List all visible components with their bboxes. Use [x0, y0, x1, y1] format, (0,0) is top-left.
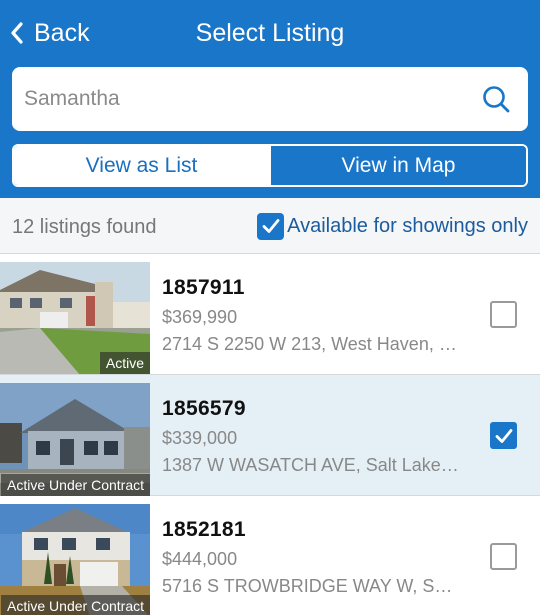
listing-checkbox[interactable]	[490, 422, 517, 449]
view-in-map-button[interactable]: View in Map	[269, 146, 526, 185]
listing-address: 1387 W WASATCH AVE, Salt Lake City, UT	[162, 455, 462, 475]
listing-photo: Active Under Contract	[0, 504, 150, 615]
search-bar	[12, 67, 528, 131]
available-checkbox[interactable]	[257, 212, 285, 240]
listing-price: $369,990	[162, 307, 238, 327]
available-label: Available for showings only	[287, 214, 528, 237]
checkmark-icon	[262, 219, 280, 233]
view-toggle: View as List View in Map	[12, 144, 528, 187]
listing-row[interactable]: Active 1857911 $369,990 2714 S 2250 W 21…	[0, 254, 540, 375]
listing-mls-number: 1852181	[162, 518, 246, 541]
listing-mls-number: 1856579	[162, 397, 246, 420]
listing-status-badge: Active Under Contract	[1, 595, 150, 615]
app-header: Back Select Listing View as List View in…	[0, 0, 540, 198]
page-title: Select Listing	[195, 19, 345, 47]
listing-price: $339,000	[162, 428, 238, 448]
listing-status-badge: Active Under Contract	[1, 474, 150, 496]
listing-checkbox[interactable]	[490, 301, 517, 328]
filter-bar: 12 listings found Available for showings…	[0, 198, 540, 254]
listing-photo: Active	[0, 262, 150, 374]
search-icon[interactable]	[482, 85, 510, 113]
checkmark-icon	[495, 428, 512, 443]
listing-address: 2714 S 2250 W 213, West Haven, UT 84401	[162, 334, 462, 354]
listing-address: 5716 S TROWBRIDGE WAY W, Salt Lake City,…	[162, 576, 462, 596]
search-input[interactable]	[24, 87, 482, 111]
available-for-showings-toggle[interactable]: Available for showings only	[257, 198, 528, 254]
listings-count: 12 listings found	[12, 216, 157, 238]
listing-list: Active 1857911 $369,990 2714 S 2250 W 21…	[0, 254, 540, 615]
listing-mls-number: 1857911	[162, 276, 245, 299]
listing-status-badge: Active	[99, 352, 150, 374]
listing-price: $444,000	[162, 549, 238, 569]
listing-photo: Active Under Contract	[0, 383, 150, 496]
listing-row[interactable]: Active Under Contract 1856579 $339,000 1…	[0, 375, 540, 496]
listing-checkbox[interactable]	[490, 543, 517, 570]
listing-row[interactable]: Active Under Contract 1852181 $444,000 5…	[0, 496, 540, 615]
view-as-list-button[interactable]: View as List	[14, 146, 269, 185]
